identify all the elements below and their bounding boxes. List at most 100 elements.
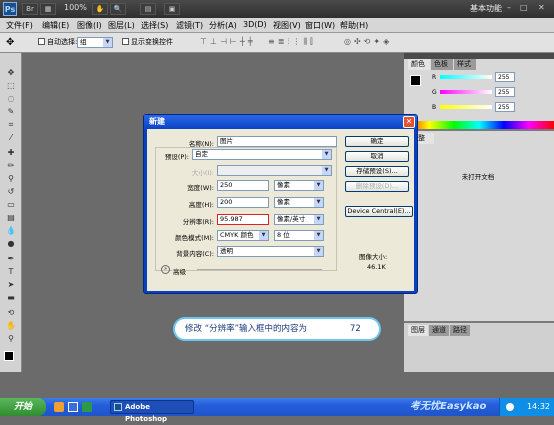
zoom-level[interactable]: 100% [64, 3, 87, 12]
brush-tool-icon[interactable]: ✏ [4, 160, 18, 171]
dialog-title: 新建 [144, 115, 417, 129]
zoom-tool-icon[interactable]: ⚲ [4, 333, 18, 344]
show-transform-checkbox[interactable] [122, 38, 129, 45]
bridge-button[interactable]: Br [22, 3, 38, 15]
menu-edit[interactable]: 编辑(E) [42, 20, 69, 31]
quick-select-tool-icon[interactable]: ✎ [4, 106, 18, 117]
start-button[interactable]: 开始 [0, 398, 46, 416]
auto-select-dropdown[interactable]: 组 ▼ [77, 37, 113, 48]
menu-view[interactable]: 视图(V) [273, 20, 301, 31]
green-value[interactable]: 255 [495, 87, 515, 97]
quicklaunch-ie-icon[interactable] [54, 402, 64, 412]
3d-mode-icons[interactable]: ◎✣⟲✦◈ [344, 37, 392, 46]
resolution-input[interactable]: 95.987 [217, 214, 269, 225]
menu-select[interactable]: 选择(S) [141, 20, 168, 31]
menu-window[interactable]: 窗口(W) [305, 20, 335, 31]
menu-analysis[interactable]: 分析(A) [209, 20, 237, 31]
red-value[interactable]: 255 [495, 72, 515, 82]
preset-select[interactable]: 自定 ▼ [192, 149, 332, 160]
healing-brush-tool-icon[interactable]: ✚ [4, 147, 18, 158]
hand-tool-icon[interactable]: ✋ [4, 320, 18, 331]
color-mode-select[interactable]: CMYK 颜色 ▼ [217, 230, 269, 241]
move-tool-icon[interactable]: ✥ [4, 67, 18, 78]
volume-icon[interactable] [506, 403, 514, 411]
taskbar-item-photoshop[interactable]: Adobe Photoshop [110, 400, 194, 423]
3d-rotate-tool-icon[interactable]: ⟲ [4, 307, 18, 318]
dodge-tool-icon[interactable]: ● [4, 238, 18, 249]
image-size-value: 46.1K [367, 263, 386, 271]
menu-layer[interactable]: 图层(L) [108, 20, 135, 31]
advanced-label: 高级 [173, 268, 186, 276]
menu-help[interactable]: 帮助(H) [340, 20, 368, 31]
close-button[interactable]: ✕ [538, 3, 545, 12]
width-unit-select[interactable]: 像素 ▼ [274, 180, 324, 191]
green-slider[interactable] [440, 90, 492, 94]
chevron-down-icon: ▼ [322, 150, 331, 159]
resolution-unit-select[interactable]: 像素/英寸 ▼ [274, 214, 324, 225]
mini-bridge-button[interactable]: ▦ [40, 3, 56, 15]
tab-styles[interactable]: 样式 [454, 59, 476, 70]
blur-tool-icon[interactable]: 💧 [4, 225, 18, 236]
blue-slider[interactable] [440, 105, 492, 109]
menu-file[interactable]: 文件(F) [6, 20, 33, 31]
adjustments-panel: 调整 未打开文档 [404, 131, 554, 321]
height-input[interactable]: 200 [217, 197, 269, 208]
menu-filter[interactable]: 滤镜(T) [176, 20, 203, 31]
device-central-button[interactable]: Device Central(E)... [345, 206, 413, 217]
bit-depth-select[interactable]: 8 位 ▼ [274, 230, 324, 241]
foreground-color-swatch[interactable] [4, 351, 14, 361]
eyedropper-tool-icon[interactable]: ⁄ [4, 132, 18, 143]
quicklaunch-word-icon[interactable] [68, 402, 78, 412]
tab-swatches[interactable]: 色板 [431, 59, 453, 70]
type-tool-icon[interactable]: T [4, 266, 18, 277]
ok-button[interactable]: 确定 [345, 136, 409, 147]
width-input[interactable]: 250 [217, 180, 269, 191]
pen-tool-icon[interactable]: ✒ [4, 253, 18, 264]
cancel-button[interactable]: 取消 [345, 151, 409, 162]
tab-paths[interactable]: 路径 [450, 325, 470, 336]
menu-image[interactable]: 图像(I) [77, 20, 102, 31]
minimize-button[interactable]: – [507, 3, 511, 12]
chevron-down-icon: ▼ [314, 215, 323, 224]
save-preset-button[interactable]: 存储预设(S)... [345, 166, 409, 177]
advanced-expand-icon[interactable]: » [161, 265, 170, 274]
distribute-icons[interactable]: ≡≣⫶⋮⫼⫿ [268, 37, 316, 47]
delete-preset-button[interactable]: 删除预设(D)... [345, 181, 409, 192]
chevron-down-icon: ▼ [314, 181, 323, 190]
screen-mode-icon[interactable]: ▣ [164, 3, 180, 15]
align-icons[interactable]: ⊤⊥⊣⊢┼╪ [200, 37, 256, 46]
menu-3d[interactable]: 3D(D) [243, 20, 267, 29]
lasso-tool-icon[interactable]: ◌ [4, 93, 18, 104]
move-tool-icon[interactable]: ✥ [6, 37, 14, 48]
background-select[interactable]: 透明 ▼ [217, 246, 324, 257]
path-select-tool-icon[interactable]: ➤ [4, 279, 18, 290]
taskbar-item-label: Adobe Photoshop [125, 403, 168, 423]
eraser-tool-icon[interactable]: ▭ [4, 199, 18, 210]
auto-select-checkbox[interactable] [38, 38, 45, 45]
tab-layers[interactable]: 图层 [408, 325, 428, 336]
name-input[interactable]: 图片 [217, 136, 337, 147]
no-document-text: 未打开文档 [461, 173, 495, 181]
shape-tool-icon[interactable]: ▬ [4, 292, 18, 303]
crop-tool-icon[interactable]: ⌗ [4, 119, 18, 130]
arrange-documents-icon[interactable]: ▤ [140, 3, 156, 15]
workspace-switcher[interactable]: 基本功能 [470, 3, 502, 14]
clone-stamp-tool-icon[interactable]: ⚲ [4, 173, 18, 184]
marquee-tool-icon[interactable]: ⬚ [4, 80, 18, 91]
dialog-close-icon[interactable]: ✕ [403, 116, 415, 128]
zoom-tool-icon[interactable]: 🔍 [110, 3, 126, 15]
height-unit-select[interactable]: 像素 ▼ [274, 197, 324, 208]
hand-tool-icon[interactable]: ✋ [92, 3, 108, 15]
color-ramp[interactable] [404, 121, 554, 129]
foreground-color-swatch[interactable] [410, 75, 421, 86]
gradient-tool-icon[interactable]: ▤ [4, 212, 18, 223]
red-slider[interactable] [440, 75, 492, 79]
photoshop-logo: Ps [3, 2, 17, 16]
history-brush-tool-icon[interactable]: ↺ [4, 186, 18, 197]
maximize-button[interactable]: □ [520, 3, 528, 12]
tab-channels[interactable]: 通道 [429, 325, 449, 336]
blue-value[interactable]: 255 [495, 102, 515, 112]
tab-color[interactable]: 颜色 [408, 59, 430, 70]
show-transform-label: 显示变换控件 [131, 38, 173, 46]
quicklaunch-app-icon[interactable] [82, 402, 92, 412]
